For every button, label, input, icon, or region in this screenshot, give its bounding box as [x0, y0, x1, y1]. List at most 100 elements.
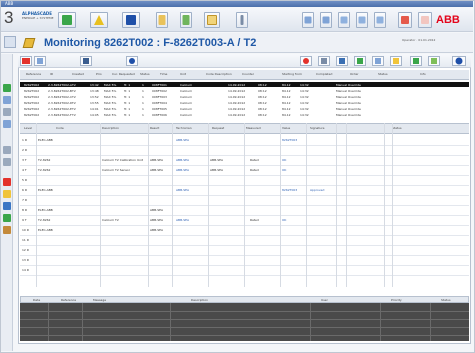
col-header[interactable]: Signature	[310, 126, 324, 130]
status-icon	[339, 58, 345, 64]
tree-cell-code: ELEC-ABB	[38, 228, 53, 232]
order-row[interactable]: 8262T002 2.3.8262T002-B T2 13:48 MAX 5% Tr. 1…	[20, 88, 469, 93]
col-header[interactable]: Counter	[242, 72, 254, 76]
help-button[interactable]	[452, 56, 466, 66]
order-cell: 08:12	[258, 113, 267, 117]
order-row[interactable]: 8262T002 2.3.8262T002-E T2 14:01 MAX 5% Tr. 1…	[20, 106, 469, 111]
tree-cell-code: ELEC-ABB	[38, 138, 53, 142]
col-header[interactable]: Order	[350, 72, 359, 76]
edit-button[interactable]	[34, 56, 46, 66]
clipboard-button[interactable]	[204, 12, 220, 28]
green-tool-icon[interactable]	[3, 84, 11, 92]
col-header[interactable]: Request	[212, 126, 224, 130]
list-button[interactable]	[356, 12, 368, 28]
note-tool-icon[interactable]	[3, 190, 11, 198]
col-header[interactable]: Measured	[246, 126, 261, 130]
col-header[interactable]: Starting from	[282, 72, 302, 76]
grid-button[interactable]	[338, 12, 350, 28]
order-cell: 8262T002	[24, 95, 40, 99]
blue-tool-icon[interactable]	[3, 96, 11, 104]
report-button[interactable]	[418, 12, 432, 28]
order-cell: Manual Override	[336, 101, 361, 105]
title-bar[interactable]: ABB	[1, 1, 473, 7]
col-header[interactable]: Completed	[316, 72, 332, 76]
figure-number: 3	[4, 8, 14, 27]
delete-button[interactable]	[300, 56, 312, 66]
close-button[interactable]	[398, 12, 412, 28]
log-col-divider	[82, 303, 83, 341]
col-header[interactable]: Status	[441, 298, 451, 302]
document-button[interactable]	[156, 12, 168, 28]
col-header[interactable]: Reference	[61, 298, 76, 302]
list-tool-icon[interactable]	[3, 120, 11, 128]
col-header[interactable]: Level	[24, 126, 32, 130]
order-cell: 13:55	[90, 101, 99, 105]
order-row[interactable]: 8262T002 2.3.8262T002-D T2 13:55 MAX 5% Tr. 1…	[20, 100, 469, 105]
col-header[interactable]: Info	[420, 72, 426, 76]
col-header[interactable]: Code	[56, 126, 64, 130]
col-header[interactable]: Status	[378, 72, 388, 76]
col-header[interactable]: Created	[72, 72, 84, 76]
network-button[interactable]	[58, 12, 76, 28]
tree-cell-level: 6 D	[22, 188, 28, 192]
col-header[interactable]: Status	[392, 126, 402, 130]
warning-button[interactable]	[90, 12, 108, 28]
tree-cell-code: ELEC-ABB	[38, 188, 53, 192]
gray-tool-icon[interactable]	[3, 108, 11, 116]
col-header[interactable]: Value	[282, 126, 290, 130]
stop-button[interactable]	[20, 56, 32, 66]
left-tool-strip	[1, 54, 13, 351]
ok-tool-icon[interactable]	[3, 214, 11, 222]
chart-tool-icon[interactable]	[3, 158, 11, 166]
col-header[interactable]: Code Description	[206, 72, 232, 76]
col-header[interactable]: Result	[150, 126, 159, 130]
col-header[interactable]: Technician	[176, 126, 192, 130]
arrow-left-button[interactable]	[302, 12, 314, 28]
arrow-right-button[interactable]	[320, 12, 332, 28]
view-button[interactable]	[80, 56, 92, 66]
lock-button[interactable]	[354, 56, 366, 66]
col-header[interactable]: Cur. Requested	[112, 72, 135, 76]
event-log[interactable]	[20, 303, 469, 341]
edit-note-button[interactable]	[390, 56, 402, 66]
col-header[interactable]: Description	[102, 126, 119, 130]
approve-button[interactable]	[410, 56, 422, 66]
order-row[interactable]: 8262T002 2.3.8262T002-F T2 14:05 MAX 5% Tr. 1…	[20, 112, 469, 117]
col-header[interactable]: Message	[93, 298, 106, 302]
order-row[interactable]: 8262T002 2.3.8262T002-A T2 13:42 MAX 5% Tr. 1…	[20, 82, 469, 87]
col-header[interactable]: Prio	[96, 72, 102, 76]
alarm-tool-icon[interactable]	[3, 178, 11, 186]
export-button[interactable]	[180, 12, 192, 28]
info-panel-button[interactable]	[126, 56, 138, 66]
col-header[interactable]: Unit	[180, 72, 186, 76]
col-header[interactable]: User	[321, 298, 328, 302]
clipboard-icon	[207, 15, 217, 25]
col-header[interactable]: ID	[50, 72, 53, 76]
settings-tool-icon[interactable]	[3, 146, 11, 154]
archive-tool-icon[interactable]	[3, 226, 11, 234]
tree-cell-desc: Calcium T2 Calibration Unit	[102, 158, 144, 162]
tree-icon	[376, 16, 384, 24]
check-button[interactable]	[428, 56, 440, 66]
col-header[interactable]: Date	[33, 298, 40, 302]
filter-button[interactable]	[372, 56, 384, 66]
order-row[interactable]: 8262T002 2.3.8262T002-C T2 13:52 MAX 5% Tr. 1…	[20, 94, 469, 99]
col-header[interactable]: Description	[191, 298, 208, 302]
home-icon[interactable]	[4, 36, 16, 48]
order-cell: 1	[142, 83, 144, 87]
zoom-button[interactable]	[318, 56, 330, 66]
order-cell: 84.12	[282, 89, 291, 93]
info-tool-icon[interactable]	[3, 202, 11, 210]
info-button[interactable]	[122, 12, 140, 28]
tree-button[interactable]	[374, 12, 386, 28]
tree-cell-tech: ABB-SEA	[176, 188, 190, 192]
tree-cell-level: 14 D	[22, 268, 30, 272]
col-header[interactable]: Time	[160, 72, 167, 76]
order-cell: 14.09.2012	[228, 95, 246, 99]
col-header[interactable]: Status	[140, 72, 150, 76]
col-header[interactable]: Reference	[26, 72, 41, 76]
status-button[interactable]	[336, 56, 348, 66]
bar-button[interactable]	[236, 12, 248, 28]
col-header[interactable]: Priority	[391, 298, 402, 302]
tree-cell-code: T2-8262	[38, 158, 51, 162]
